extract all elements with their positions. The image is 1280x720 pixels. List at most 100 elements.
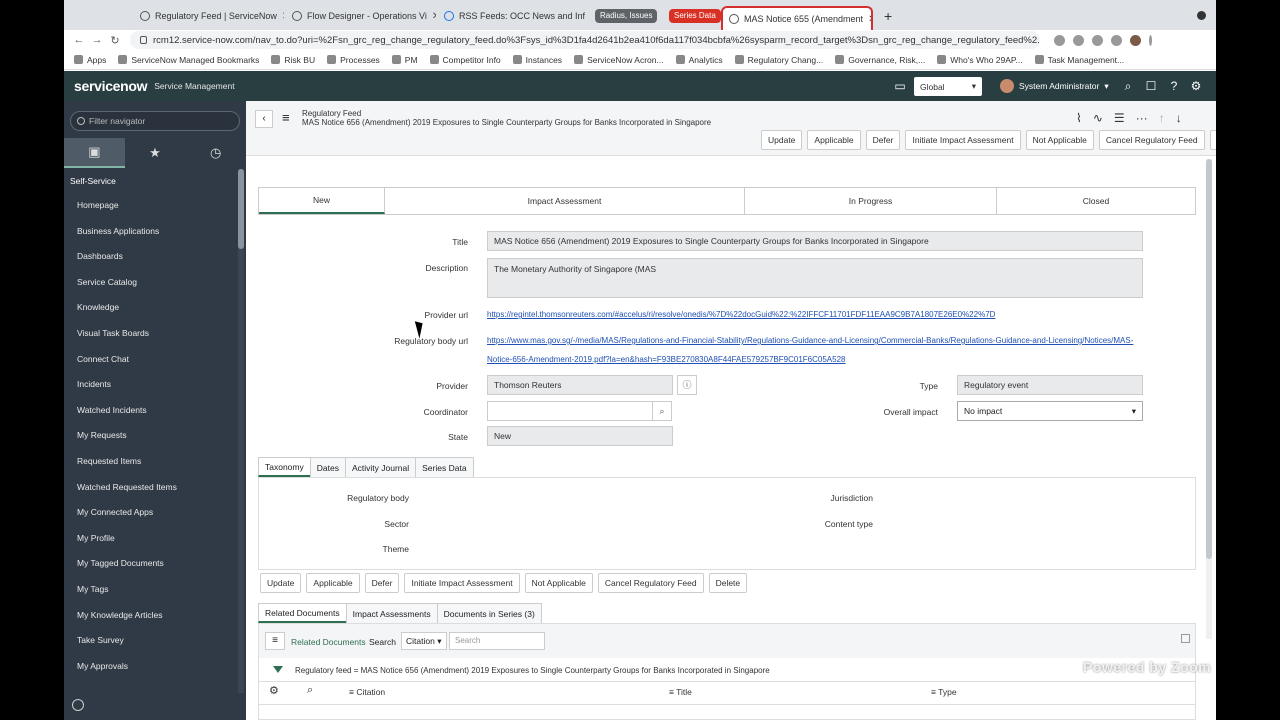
tab-dates[interactable]: Dates (309, 457, 346, 477)
sidebar-item[interactable]: My Approvals (64, 654, 238, 680)
applicable-button[interactable]: Applicable (306, 573, 360, 593)
column-header-citation[interactable]: ≡ Citation (349, 687, 385, 697)
sidebar-item[interactable]: Take Survey (64, 628, 238, 654)
browser-tab[interactable]: RSS Feeds: OCC News and Inf ✕ (438, 5, 588, 27)
url-field[interactable]: rcm12.service-now.com/nav_to.do?uri=%2Fs… (130, 31, 1040, 49)
sidebar-item[interactable]: Requested Items (64, 449, 238, 475)
new-tab-icon[interactable]: + (884, 8, 892, 24)
initiate-impact-assessment-button[interactable]: Initiate Impact Assessment (905, 130, 1021, 150)
collapse-list-icon[interactable] (1181, 634, 1190, 643)
close-tab-icon[interactable]: ✕ (282, 11, 284, 22)
paperclip-icon[interactable]: ⌇ (1076, 111, 1082, 125)
sidebar-item[interactable]: My Profile (64, 526, 238, 552)
search-icon[interactable]: ⌕ (307, 684, 313, 697)
not-applicable-button[interactable]: Not Applicable (524, 573, 593, 593)
initiate-impact-assessment-button[interactable]: Initiate Impact Assessment (404, 573, 520, 593)
sidebar-item[interactable]: My Tags (64, 577, 238, 603)
search-icon[interactable]: ⌕ (652, 401, 672, 421)
sidebar-item[interactable]: Visual Task Boards (64, 321, 238, 347)
cancel-regulatory-feed-button[interactable]: Cancel Regulatory Feed (597, 573, 704, 593)
tab-favorites[interactable]: ★ (125, 138, 186, 168)
bookmark-item[interactable]: Processes (327, 55, 380, 65)
key-icon[interactable] (1054, 34, 1065, 46)
help-icon[interactable]: ? (1167, 79, 1181, 93)
down-arrow-icon[interactable]: ↓ (1176, 111, 1182, 125)
scrollbar-thumb[interactable] (238, 169, 244, 249)
puzzle-icon[interactable] (1111, 34, 1122, 46)
sidebar-item[interactable]: My Requests (64, 423, 238, 449)
browser-tab[interactable]: Regulatory Feed | ServiceNow ✕ (134, 5, 284, 27)
context-menu-icon[interactable]: ≡ (282, 111, 295, 124)
search-field-select[interactable]: Citation ▾ (401, 632, 447, 650)
description-field[interactable]: The Monetary Authority of Singapore (MAS (487, 258, 1143, 298)
regulatory-body-url-link-cont[interactable]: Notice-656-Amendment-2019.pdf?la=en&hash… (487, 355, 845, 364)
not-applicable-button[interactable]: Not Applicable (1025, 130, 1094, 150)
search-icon[interactable]: ⌕ (1121, 79, 1135, 93)
browser-tab[interactable]: Flow Designer - Operations Vi ✕ (286, 5, 436, 27)
delete-button[interactable]: Delete (708, 573, 748, 593)
coordinator-field[interactable] (487, 401, 653, 421)
type-field[interactable]: Regulatory event (957, 375, 1143, 395)
form-scrollbar[interactable] (1206, 159, 1212, 639)
close-tab-icon[interactable]: ✕ (432, 11, 436, 22)
extension-icon[interactable] (1092, 34, 1103, 46)
sidebar-item[interactable]: Business Applications (64, 219, 238, 245)
update-button[interactable]: Update (761, 130, 803, 150)
sidebar-item[interactable]: My Tagged Documents (64, 551, 238, 577)
applicable-button[interactable]: Applicable (807, 130, 861, 150)
bookmark-item[interactable]: PM (391, 55, 418, 65)
list-menu-icon[interactable]: ≡ (265, 632, 285, 650)
regulatory-body-url-link[interactable]: https://www.mas.gov.sg/-/media/MAS/Regul… (487, 336, 1133, 345)
tab-all-applications[interactable]: ▣ (64, 138, 125, 168)
more-icon[interactable]: ··· (1136, 111, 1148, 125)
star-bookmark-icon[interactable] (1073, 34, 1084, 46)
bookmark-item[interactable]: Competitor Info (429, 55, 501, 65)
defer-button[interactable]: Defer (364, 573, 400, 593)
list-search-input[interactable]: Search (449, 632, 545, 650)
application-scope-icon[interactable]: ▭ (893, 79, 907, 93)
info-icon[interactable]: ⓘ (677, 375, 697, 395)
sidebar-item[interactable]: Knowledge (64, 295, 238, 321)
sidebar-item[interactable]: Watched Requested Items (64, 475, 238, 501)
user-menu[interactable]: System Administrator ▾ (1000, 79, 1109, 93)
bookmark-item[interactable]: Regulatory Chang... (734, 55, 823, 65)
title-field[interactable]: MAS Notice 656 (Amendment) 2019 Exposure… (487, 231, 1143, 251)
tab-series-data[interactable]: Series Data (415, 457, 474, 477)
scrollbar-thumb[interactable] (1206, 159, 1212, 559)
bookmark-item[interactable]: ServiceNow Acron... (574, 55, 664, 65)
tab-history[interactable]: ◷ (185, 138, 246, 168)
up-arrow-icon[interactable]: ↑ (1159, 111, 1165, 125)
scope-select[interactable]: Global ▾ (914, 77, 982, 96)
bookmark-item[interactable]: Apps (74, 55, 106, 65)
profile-avatar-icon[interactable] (1130, 34, 1141, 46)
column-header-type[interactable]: ≡ Type (931, 687, 957, 697)
tab-impact-assessments[interactable]: Impact Assessments (345, 603, 438, 623)
bookmark-item[interactable]: Governance, Risk,... (835, 55, 925, 65)
tab-taxonomy[interactable]: Taxonomy (258, 457, 311, 477)
list-filter-breadcrumb[interactable]: Regulatory feed = MAS Notice 656 (Amendm… (295, 666, 770, 675)
chat-icon[interactable]: ☐ (1144, 79, 1158, 93)
cancel-regulatory-feed-button[interactable]: Cancel Regulatory Feed (1098, 130, 1205, 150)
sidebar-item[interactable]: Service Catalog (64, 270, 238, 296)
tab-group-chip-radius[interactable]: Radius, Issues (595, 9, 658, 23)
tab-group-chip-series[interactable]: Series Data (669, 9, 721, 23)
list-title[interactable]: Related Documents (291, 637, 366, 647)
provider-url-link[interactable]: https://regintel.thomsonreuters.com/#acc… (487, 310, 995, 319)
close-tab-icon[interactable]: ✕ (868, 14, 871, 25)
forward-arrow-icon[interactable]: → (88, 34, 106, 46)
reload-icon[interactable]: ↻ (106, 34, 124, 47)
browser-tab-active[interactable]: MAS Notice 655 (Amendment ✕ (721, 6, 873, 30)
tab-activity-journal[interactable]: Activity Journal (344, 457, 417, 477)
overall-impact-select[interactable]: No impact ▾ (957, 401, 1143, 421)
defer-button[interactable]: Defer (865, 130, 901, 150)
tab-documents-in-series[interactable]: Documents in Series (3) (436, 603, 542, 623)
sidebar-item[interactable]: Incidents (64, 372, 238, 398)
sidebar-item[interactable]: Watched Incidents (64, 398, 238, 424)
collapse-navigator-icon[interactable] (72, 699, 84, 711)
provider-field[interactable]: Thomson Reuters (487, 375, 673, 395)
tab-related-documents[interactable]: Related Documents (258, 603, 347, 623)
state-field[interactable]: New (487, 426, 673, 446)
filter-funnel-icon[interactable] (273, 666, 283, 673)
bookmark-item[interactable]: Instances (512, 55, 562, 65)
bookmark-item[interactable]: Task Management... (1034, 55, 1124, 65)
